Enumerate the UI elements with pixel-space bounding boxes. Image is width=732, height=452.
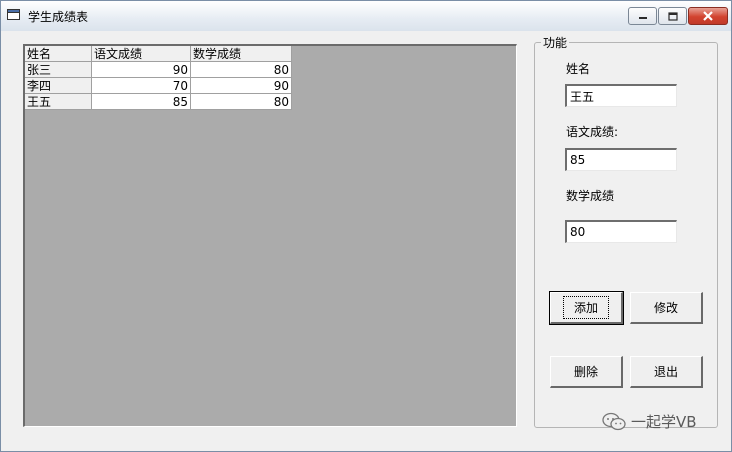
- add-button[interactable]: 添加: [549, 291, 624, 325]
- minimize-icon: [638, 17, 647, 19]
- delete-button[interactable]: 删除: [550, 356, 623, 388]
- cell-name[interactable]: 王五: [25, 93, 92, 110]
- add-button-label: 添加: [562, 296, 609, 319]
- maximize-button[interactable]: [658, 7, 687, 25]
- edit-button[interactable]: 修改: [630, 292, 703, 324]
- cell-math[interactable]: 80: [190, 61, 292, 78]
- cell-chinese[interactable]: 85: [91, 93, 191, 110]
- table-row[interactable]: 王五 85 80: [25, 93, 292, 110]
- score-grid[interactable]: 姓名 语文成绩 数学成绩 张三 90 80 李四 70 90 王五 85 80: [23, 44, 517, 427]
- close-button[interactable]: [688, 7, 728, 25]
- title-bar[interactable]: 学生成绩表: [1, 1, 731, 31]
- table-row[interactable]: 李四 70 90: [25, 77, 292, 94]
- minimize-button[interactable]: [628, 7, 657, 25]
- name-input[interactable]: [565, 84, 677, 107]
- math-score-input[interactable]: [565, 220, 677, 243]
- cell-math[interactable]: 80: [190, 93, 292, 110]
- chinese-score-input[interactable]: [565, 148, 677, 171]
- main-window: 学生成绩表 姓名 语文成绩 数学成绩 张三 90 80 李四 70 90 王五 …: [0, 0, 732, 452]
- header-row: 姓名 语文成绩 数学成绩: [25, 46, 292, 62]
- math-score-label: 数学成绩: [566, 189, 615, 203]
- watermark-text: 一起学VB: [631, 413, 697, 431]
- close-icon: [703, 11, 713, 21]
- window-icon: [7, 9, 20, 20]
- chinese-score-label: 语文成绩:: [566, 125, 619, 139]
- exit-button-label: 退出: [653, 365, 678, 379]
- exit-button[interactable]: 退出: [630, 356, 703, 388]
- delete-button-label: 删除: [573, 365, 598, 379]
- score-table[interactable]: 姓名 语文成绩 数学成绩 张三 90 80 李四 70 90 王五 85 80: [25, 46, 292, 110]
- groupbox-legend: 功能: [541, 34, 570, 51]
- cell-name[interactable]: 张三: [25, 61, 92, 78]
- column-header-chinese[interactable]: 语文成绩: [91, 46, 191, 62]
- column-header-math[interactable]: 数学成绩: [190, 46, 292, 62]
- maximize-icon: [667, 11, 678, 21]
- cell-name[interactable]: 李四: [25, 77, 92, 94]
- cell-math[interactable]: 90: [190, 77, 292, 94]
- cell-chinese[interactable]: 70: [91, 77, 191, 94]
- cell-chinese[interactable]: 90: [91, 61, 191, 78]
- wechat-icon: [602, 412, 626, 430]
- name-label: 姓名: [566, 62, 591, 76]
- window-title: 学生成绩表: [28, 10, 89, 24]
- edit-button-label: 修改: [653, 301, 678, 315]
- watermark: 一起学VB: [601, 411, 697, 432]
- table-row[interactable]: 张三 90 80: [25, 61, 292, 78]
- column-header-name[interactable]: 姓名: [25, 46, 92, 62]
